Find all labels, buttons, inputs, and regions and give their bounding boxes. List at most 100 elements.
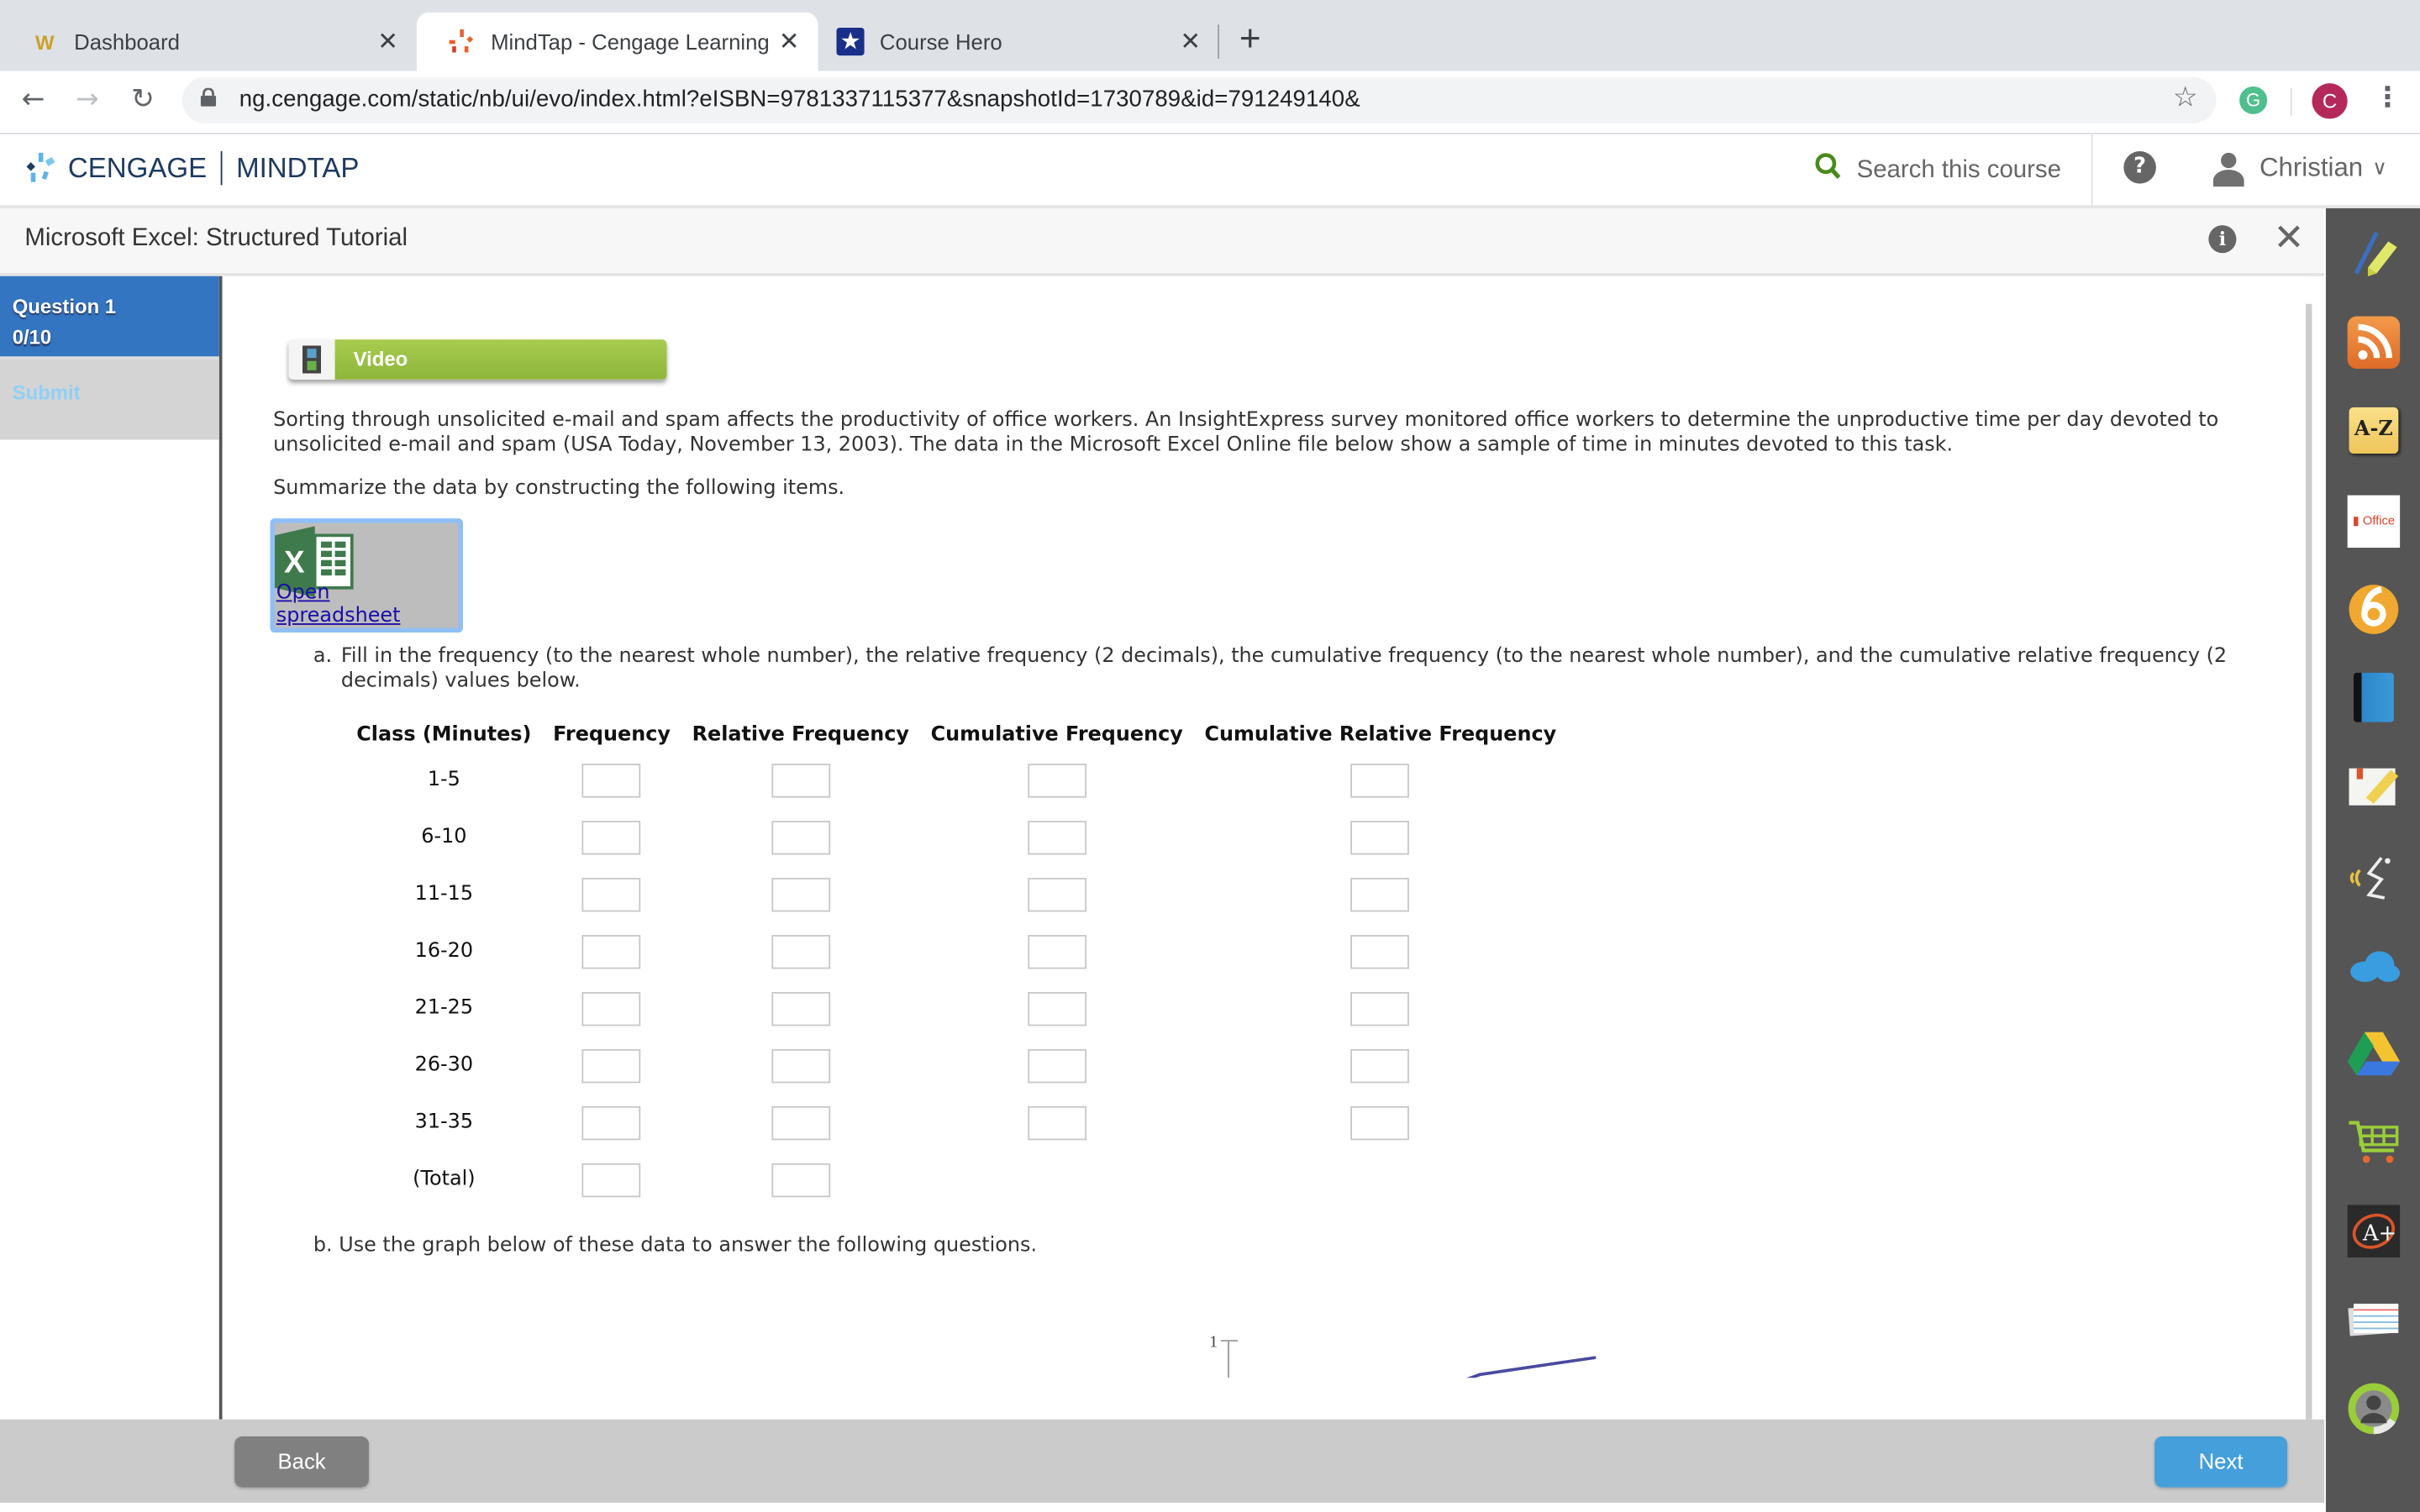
search-course[interactable]: Search this course: [1815, 153, 2061, 188]
forward-arrow-icon[interactable]: →: [76, 83, 99, 116]
question-label: Question 1: [12, 294, 117, 318]
table-cell: [542, 979, 681, 1037]
onedrive-icon[interactable]: [2348, 940, 2401, 992]
new-tab-button[interactable]: +: [1239, 18, 1261, 61]
table-cell: [1194, 1037, 1567, 1094]
bookmark-star-icon[interactable]: ☆: [2173, 81, 2198, 114]
empty-cell: [920, 1151, 1194, 1208]
relative-frequency-input[interactable]: [771, 991, 830, 1026]
rss-icon[interactable]: [2347, 316, 2401, 369]
aplus-icon[interactable]: A+: [2347, 1205, 2401, 1257]
highlighter-icon[interactable]: [2348, 227, 2400, 279]
submit-button[interactable]: Submit: [0, 359, 219, 440]
class-label: 21-25: [414, 996, 474, 1021]
content-scrollbar[interactable]: [2306, 303, 2312, 1420]
address-bar[interactable]: ng.cengage.com/static/nb/ui/evo/index.ht…: [182, 76, 2217, 123]
cumulative-frequency-input[interactable]: [1027, 991, 1086, 1026]
tab-course-hero[interactable]: ★ Course Hero ✕: [818, 13, 1219, 71]
browser-menu-icon[interactable]: ⋮: [2374, 81, 2402, 114]
table-row: 16-20: [345, 922, 1567, 979]
cumulative-frequency-input[interactable]: [1027, 763, 1086, 797]
cumulative-frequency-input[interactable]: [1027, 934, 1086, 969]
relative-frequency-input[interactable]: [771, 934, 830, 969]
cumulative-relative-frequency-input[interactable]: [1350, 934, 1410, 969]
close-activity-icon[interactable]: ✕: [2274, 216, 2305, 259]
relative-frequency-input[interactable]: [771, 763, 830, 797]
ebook-icon[interactable]: [2348, 671, 2400, 723]
tab-mindtap[interactable]: MindTap - Cengage Learning ✕: [416, 12, 818, 71]
table-cell: [920, 808, 1194, 865]
cumulative-relative-frequency-input[interactable]: [1350, 1105, 1410, 1140]
cumulative-relative-frequency-input[interactable]: [1350, 991, 1410, 1026]
part-a-instruction: a. Fill in the frequency (to the nearest…: [313, 645, 2258, 693]
header-cumulative-relative-frequency: Cumulative Relative Frequency: [1204, 722, 1557, 747]
class-label: 11-15: [414, 882, 474, 906]
progress-icon[interactable]: [2348, 1383, 2400, 1435]
a-z-glossary-icon[interactable]: A-Z: [2348, 404, 2400, 456]
cumulative-relative-frequency-input[interactable]: [1350, 763, 1410, 797]
next-button[interactable]: Next: [2154, 1436, 2288, 1488]
table-cell: [920, 865, 1194, 922]
back-button[interactable]: Back: [234, 1436, 369, 1488]
relative-frequency-input[interactable]: [771, 877, 830, 911]
part-a-text: Fill in the frequency (to the nearest wh…: [340, 644, 2228, 692]
total-relative-frequency-input[interactable]: [771, 1162, 830, 1197]
relative-frequency-input[interactable]: [771, 1048, 830, 1083]
grammarly-extension-icon[interactable]: G: [2239, 86, 2268, 114]
table-cell: [1194, 751, 1567, 808]
frequency-input[interactable]: [582, 934, 641, 969]
cumulative-frequency-input[interactable]: [1027, 1048, 1086, 1083]
footer-bar: Back Next: [0, 1419, 2325, 1503]
info-icon[interactable]: i: [2208, 225, 2237, 254]
table-cell: [681, 751, 920, 808]
close-tab-icon[interactable]: ✕: [377, 26, 398, 57]
table-cell: [920, 751, 1194, 808]
class-label: 6-10: [421, 825, 467, 849]
reload-icon[interactable]: ↻: [131, 83, 155, 116]
open-spreadsheet-link[interactable]: Open spreadsheet: [276, 581, 459, 627]
flashcards-icon[interactable]: [2348, 1293, 2400, 1345]
svg-text:A+: A+: [2362, 1221, 2396, 1247]
help-icon[interactable]: ?: [2123, 150, 2156, 184]
total-frequency-input[interactable]: [582, 1162, 641, 1197]
table-row: 31-35: [345, 1094, 1567, 1151]
header-cumulative-frequency: Cumulative Frequency: [930, 722, 1183, 747]
user-menu[interactable]: Christian ∨: [2210, 150, 2387, 187]
activity-title-bar: Microsoft Excel: Structured Tutorial i ✕: [0, 207, 2325, 276]
cumulative-frequency-input[interactable]: [1027, 1105, 1086, 1140]
shopping-cart-icon[interactable]: [2348, 1116, 2400, 1168]
cumulative-relative-frequency-input[interactable]: [1350, 1048, 1410, 1083]
cengage-mindtap-logo[interactable]: CENGAGE MINDTAP: [24, 150, 359, 186]
tab-dashboard[interactable]: W Dashboard ✕: [0, 13, 417, 71]
office-icon[interactable]: ▮ Office: [2347, 495, 2401, 549]
back-arrow-icon[interactable]: ←: [22, 83, 45, 116]
relative-frequency-input[interactable]: [771, 1105, 830, 1140]
profile-avatar[interactable]: C: [2312, 83, 2348, 119]
relative-frequency-input[interactable]: [771, 820, 830, 854]
frequency-input[interactable]: [582, 1048, 641, 1083]
google-drive-icon[interactable]: [2347, 1027, 2401, 1079]
bookmark-app-icon[interactable]: [2348, 583, 2400, 635]
readspeaker-icon[interactable]: [2348, 852, 2400, 904]
activity-title: Microsoft Excel: Structured Tutorial: [24, 225, 408, 252]
cumulative-relative-frequency-input[interactable]: [1350, 877, 1410, 911]
video-button[interactable]: Video: [288, 339, 667, 380]
frequency-input[interactable]: [582, 877, 641, 911]
frequency-input[interactable]: [582, 820, 641, 854]
cumulative-frequency-input[interactable]: [1027, 877, 1086, 911]
cumulative-relative-frequency-input[interactable]: [1350, 820, 1410, 854]
chevron-down-icon: ∨: [2372, 155, 2387, 180]
notes-icon[interactable]: [2348, 761, 2400, 813]
close-tab-icon[interactable]: ✕: [1180, 26, 1201, 57]
frequency-input[interactable]: [582, 763, 641, 797]
current-question-item[interactable]: Question 1 0/10: [0, 276, 219, 360]
open-spreadsheet-button[interactable]: X Open spreadsheet: [270, 518, 464, 633]
close-tab-icon[interactable]: ✕: [779, 26, 800, 57]
bottom-strip: [0, 1502, 2325, 1512]
lock-icon: [200, 87, 217, 107]
cumulative-frequency-input[interactable]: [1027, 820, 1086, 854]
tab-separator: [1218, 24, 1220, 59]
frequency-input[interactable]: [582, 991, 641, 1026]
table-cell: [681, 865, 920, 922]
frequency-input[interactable]: [582, 1105, 641, 1140]
